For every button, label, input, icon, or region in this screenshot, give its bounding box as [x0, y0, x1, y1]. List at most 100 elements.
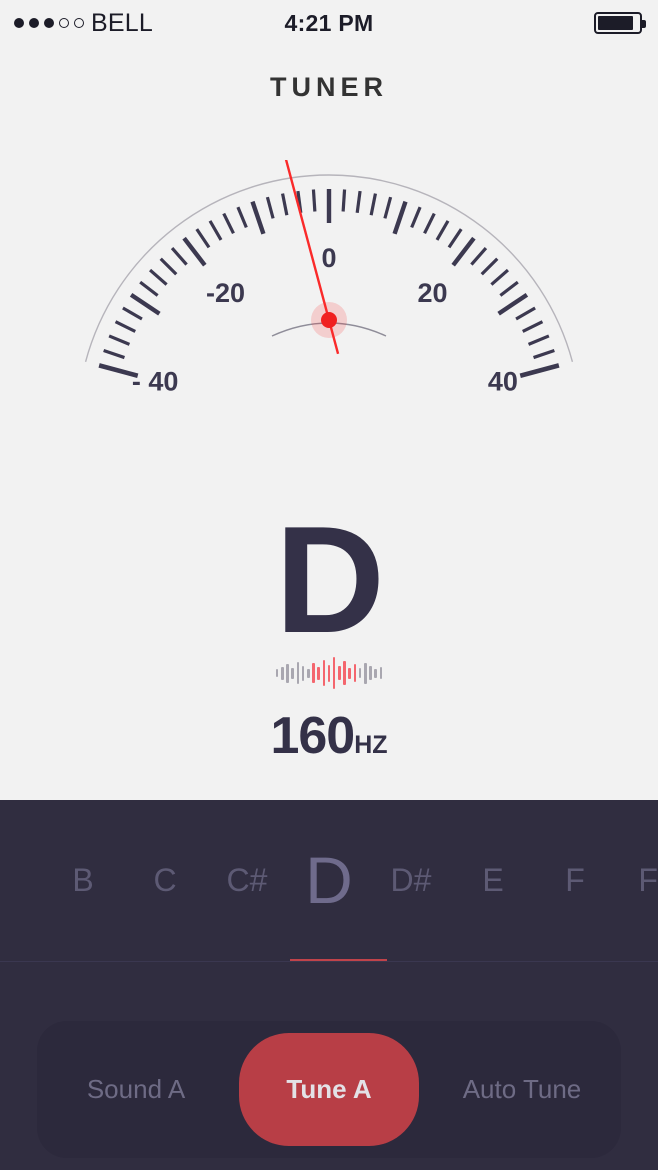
waveform-bar	[374, 668, 377, 678]
mode-button-sound-a[interactable]: Sound A	[37, 1021, 235, 1158]
gauge-tick	[355, 190, 362, 214]
battery-cap-icon	[642, 20, 646, 28]
gauge-tick	[392, 200, 408, 235]
battery-fill	[598, 16, 634, 30]
gauge-tick	[139, 280, 159, 297]
panel-divider	[0, 961, 658, 962]
gauge-tick	[451, 236, 476, 267]
waveform-bar	[348, 667, 352, 679]
waveform-bar	[306, 668, 310, 678]
waveform-bar	[317, 666, 320, 680]
gauge-tick	[447, 228, 463, 249]
gauge-tick	[311, 189, 317, 212]
waveform-bar	[379, 667, 383, 679]
gauge-tick	[195, 228, 211, 249]
gauge-tick	[423, 212, 436, 234]
note-option-label: B	[72, 861, 94, 898]
tuning-gauge: - 40 -20 0 20 40	[0, 160, 658, 540]
waveform-bar	[301, 665, 305, 681]
tuner-app-screen: BELL 4:21 PM TUNER - 40 -20 0 20 40 D 160HZ …	[0, 0, 658, 1170]
gauge-tick	[515, 306, 536, 321]
gauge-tick	[383, 196, 393, 219]
gauge-tick	[170, 247, 188, 266]
mode-button-tune-a[interactable]: Tune A	[239, 1033, 419, 1146]
gauge-tick	[527, 334, 550, 346]
note-picker[interactable]: B C C# D D# E F F#	[0, 800, 658, 960]
note-option-E[interactable]: E	[452, 862, 534, 899]
gauge-tick	[341, 189, 347, 212]
note-option-C[interactable]: C	[124, 862, 206, 899]
note-option-Dsharp[interactable]: D#	[370, 862, 452, 899]
gauge-svg: - 40 -20 0 20 40	[84, 160, 574, 396]
note-option-label: D#	[390, 861, 432, 898]
note-option-D[interactable]: D	[288, 842, 370, 918]
bottom-panel: B C C# D D# E F F# Sound ATune AAuto Tune	[0, 800, 658, 1170]
gauge-tick	[222, 212, 235, 234]
gauge-tick	[129, 292, 161, 316]
gauge-tick	[236, 206, 248, 229]
waveform-bar	[296, 662, 300, 684]
gauge-tick	[114, 320, 136, 333]
note-option-label: F#	[638, 861, 658, 898]
gauge-label: 40	[488, 366, 518, 396]
waveform-bar	[338, 666, 341, 680]
gauge-tick	[497, 292, 529, 316]
gauge-tick	[490, 268, 509, 286]
note-option-label: C	[153, 861, 177, 898]
gauge-tick	[265, 196, 275, 219]
gauge-pivot	[321, 312, 337, 328]
waveform-bar	[369, 666, 372, 680]
gauge-tick	[369, 193, 378, 216]
note-option-Csharp[interactable]: C#	[206, 862, 288, 899]
note-option-Fsharp[interactable]: F#	[616, 862, 658, 899]
waveform-bar	[281, 666, 284, 680]
waveform-bar	[291, 667, 294, 679]
gauge-tick	[250, 200, 266, 235]
gauge-tick	[435, 220, 450, 241]
gauge-tick	[208, 220, 223, 241]
gauge-label: -20	[206, 278, 245, 308]
waveform-bar	[286, 663, 289, 683]
gauge-tick	[159, 257, 178, 276]
waveform-icon	[0, 655, 658, 691]
page-title: TUNER	[270, 72, 388, 102]
note-option-F[interactable]: F	[534, 862, 616, 899]
waveform-bar	[358, 668, 362, 678]
gauge-tick	[280, 193, 289, 216]
waveform-bar	[364, 662, 367, 684]
mode-button-auto-tune[interactable]: Auto Tune	[423, 1021, 621, 1158]
gauge-tick	[122, 306, 143, 321]
gauge-label: 20	[417, 278, 447, 308]
waveform-bar	[353, 664, 357, 682]
waveform-bar	[312, 663, 315, 683]
frequency-value: 160	[270, 707, 355, 765]
note-option-B[interactable]: B	[42, 862, 124, 899]
gauge-tick	[519, 363, 560, 378]
gauge-tick	[480, 257, 499, 276]
waveform-bar	[343, 661, 346, 685]
gauge-tick	[499, 280, 519, 297]
mode-segmented-control-wrap: Sound A Tune A Auto Tune	[0, 1009, 658, 1170]
gauge-tick	[182, 236, 207, 267]
gauge-label: 0	[321, 243, 336, 273]
detected-note: D	[275, 495, 385, 665]
note-option-label: E	[482, 861, 504, 898]
gauge-tick	[108, 334, 131, 346]
note-option-label: F	[565, 861, 585, 898]
mode-segmented-control[interactable]: Sound A Tune A Auto Tune	[37, 1021, 621, 1158]
status-bar: BELL 4:21 PM	[0, 0, 658, 46]
note-option-label: D	[305, 843, 353, 917]
frequency-readout: 160HZ	[0, 706, 658, 766]
status-bar-right	[594, 12, 646, 34]
gauge-tick	[522, 320, 544, 333]
gauge-label: - 40	[132, 366, 179, 396]
waveform-bar	[322, 660, 326, 686]
battery-icon	[594, 12, 646, 34]
frequency-unit: HZ	[354, 731, 388, 759]
gauge-tick	[533, 348, 555, 360]
gauge-tick	[103, 348, 125, 360]
gauge-tick	[470, 247, 488, 266]
note-option-label: C#	[226, 861, 268, 898]
gauge-tick	[149, 268, 168, 286]
waveform-bar	[275, 669, 279, 677]
